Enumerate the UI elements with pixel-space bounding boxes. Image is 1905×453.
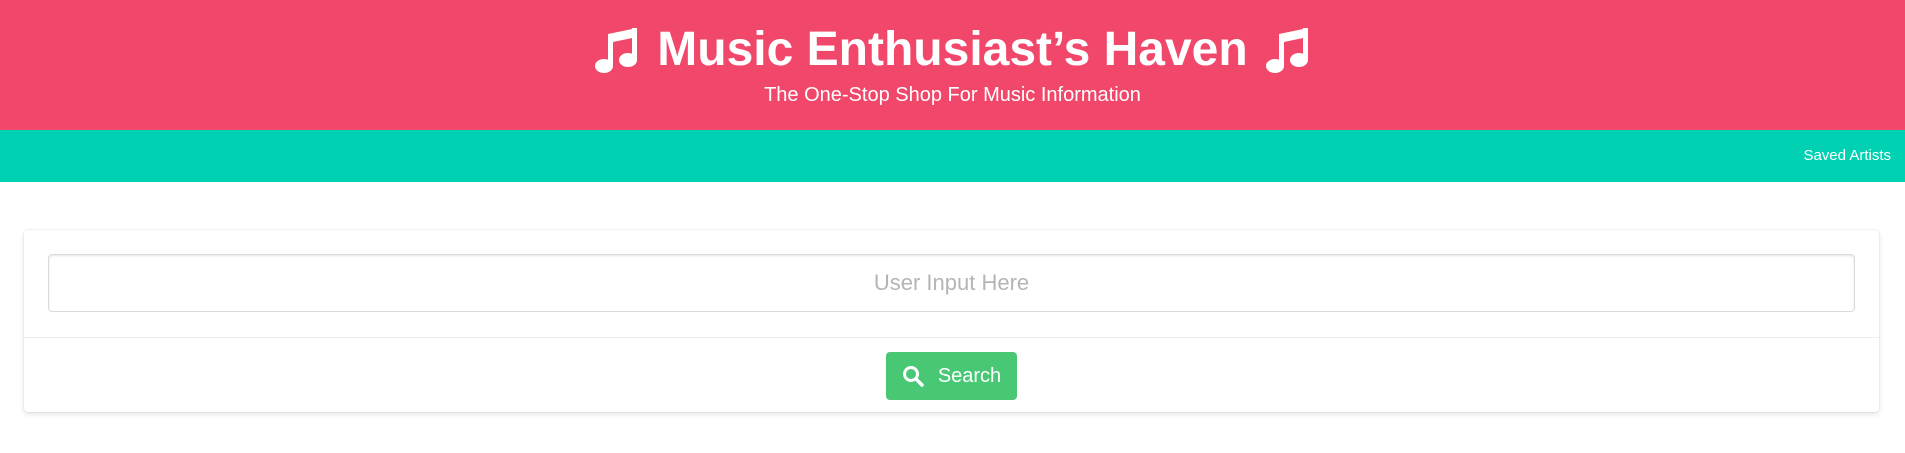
search-icon [902, 365, 924, 387]
page-title-row: Music Enthusiast’s Haven [0, 22, 1905, 78]
site-header: Music Enthusiast’s Haven The One-Stop Sh… [0, 0, 1905, 130]
page-subtitle: The One-Stop Shop For Music Information [764, 84, 1141, 106]
music-note-icon [591, 24, 643, 76]
search-button-label: Search [937, 364, 1002, 387]
music-note-icon [1262, 24, 1314, 76]
card-divider [24, 337, 1879, 338]
search-card: Search [24, 230, 1879, 412]
page-title: Music Enthusiast’s Haven [657, 23, 1248, 76]
search-input[interactable] [48, 254, 1855, 312]
saved-artists-link[interactable]: Saved Artists [1803, 146, 1891, 166]
search-button[interactable]: Search [886, 352, 1017, 400]
navbar: Saved Artists [0, 130, 1905, 182]
